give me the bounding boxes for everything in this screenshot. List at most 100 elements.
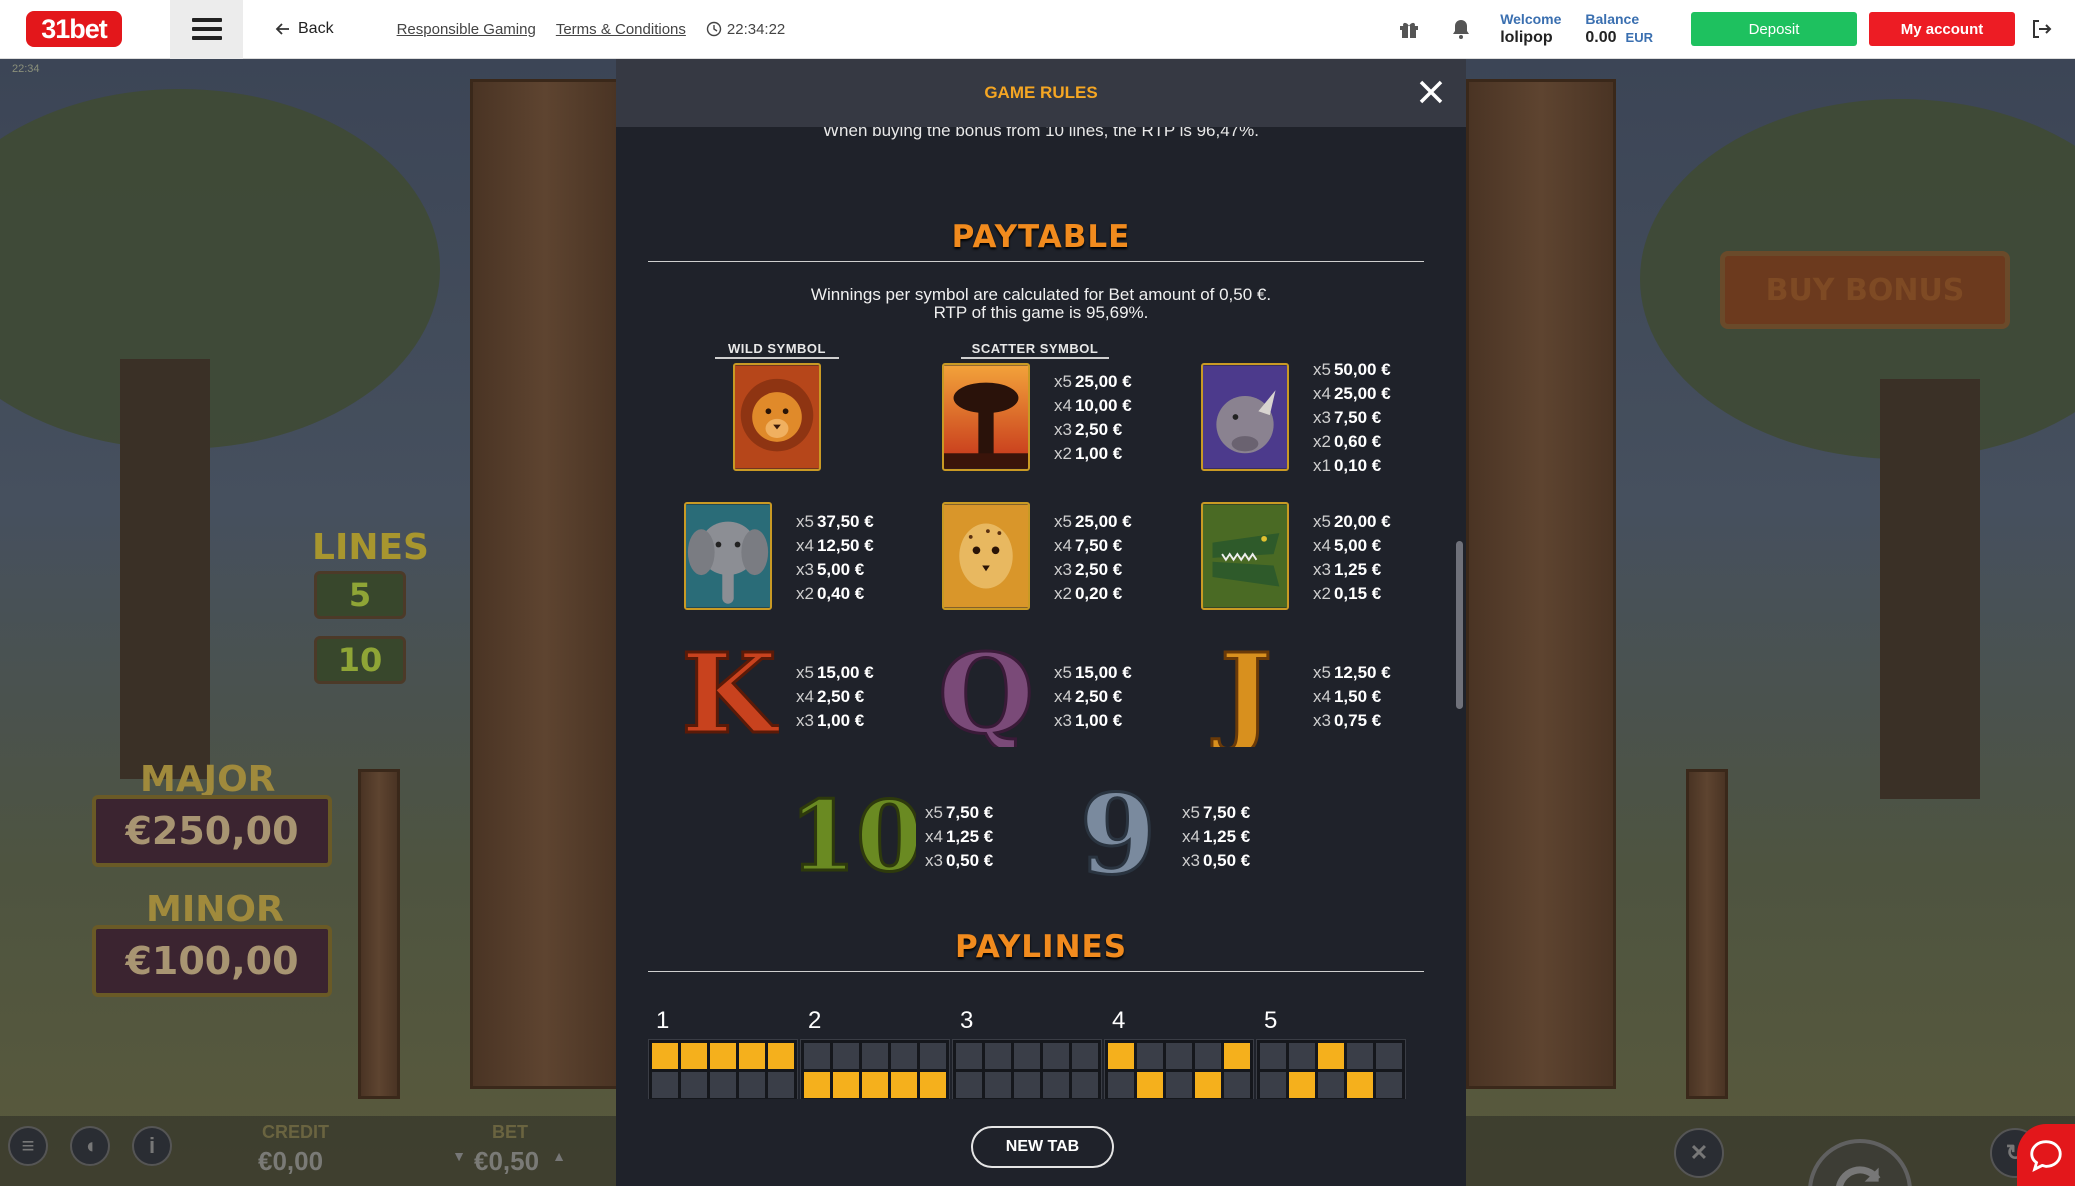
payline-cell (1014, 1043, 1040, 1069)
payline-cell (1289, 1072, 1315, 1098)
responsible-gaming-link[interactable]: Responsible Gaming (397, 21, 536, 38)
buy-bonus-button[interactable]: BUY BONUS (1720, 251, 2010, 329)
rules-content[interactable]: When buying the bonus from 10 lines, the… (616, 127, 1466, 1160)
payline-cell (1043, 1072, 1069, 1098)
lines-label: LINES (312, 527, 429, 568)
lion-wild-symbol (733, 363, 821, 471)
bet-value: €0,50 (474, 1146, 540, 1176)
back-button[interactable]: Back (275, 20, 334, 38)
turbo-button[interactable]: ✕ (1674, 1128, 1724, 1178)
payout-multiplier: x5 (796, 512, 814, 531)
bonus-rtp-text: When buying the bonus from 10 lines, the… (823, 127, 1259, 140)
k-payouts: x5 15,00 € x4 2,50 € x3 1,00 € (796, 661, 874, 733)
payout-row: x1 0,10 € (1313, 454, 1391, 478)
lines-option-5[interactable]: 5 (314, 571, 406, 619)
game-menu-button[interactable]: ≡ (8, 1126, 48, 1166)
bell-icon (1453, 20, 1470, 39)
my-account-button[interactable]: My account (1869, 12, 2015, 46)
cheetah-icon (944, 504, 1028, 608)
payout-amount: 1,25 € (1202, 827, 1251, 846)
payout-row: x4 10,00 € (1054, 394, 1132, 418)
payline-number: 1 (656, 1007, 670, 1034)
payout-amount: 7,50 € (1333, 408, 1382, 427)
logout-icon[interactable] (2029, 17, 2053, 41)
payout-multiplier: x4 (796, 536, 814, 555)
payout-row: x5 20,00 € (1313, 510, 1391, 534)
payline-cell (1260, 1072, 1286, 1098)
close-icon[interactable] (1416, 77, 1446, 107)
payout-row: x3 5,00 € (796, 558, 874, 582)
payout-amount: 15,00 € (1074, 663, 1132, 682)
payout-row: x3 1,25 € (1313, 558, 1391, 582)
payout-multiplier: x4 (1313, 536, 1331, 555)
payline-cell (739, 1043, 765, 1069)
letter-j-icon: J (1209, 637, 1273, 747)
payline-cell (1376, 1072, 1402, 1098)
payline-cell (739, 1072, 765, 1098)
bet-increase-button[interactable]: ▲ (548, 1145, 570, 1167)
bet-decrease-button[interactable]: ▼ (448, 1145, 470, 1167)
crocodile-payouts: x5 20,00 € x4 5,00 € x3 1,25 € x2 0,15 € (1313, 510, 1391, 606)
new-tab-button[interactable]: NEW TAB (971, 1126, 1114, 1168)
gift-button[interactable] (1396, 16, 1422, 42)
paylines-divider (648, 971, 1424, 972)
welcome-block: Welcome lolipop (1500, 11, 1561, 47)
payout-amount: 1,25 € (945, 827, 994, 846)
live-chat-button[interactable] (2017, 1124, 2075, 1186)
payline-cell (1347, 1072, 1373, 1098)
payline-cell (1224, 1072, 1250, 1098)
payout-row: x3 0,75 € (1313, 709, 1391, 733)
payout-amount: 0,10 € (1333, 456, 1382, 475)
payout-row: x3 1,00 € (796, 709, 874, 733)
balance-label: Balance (1585, 11, 1640, 27)
site-logo[interactable]: 31bet (26, 11, 122, 47)
tree-trunk (1880, 379, 1980, 799)
payout-amount: 2,50 € (816, 687, 865, 706)
modal-header: GAME RULES (616, 59, 1466, 127)
payout-row: x2 0,40 € (796, 582, 874, 606)
payout-amount: 2,50 € (1074, 420, 1123, 439)
payline-cell (1108, 1043, 1134, 1069)
balance-value: 0.00 (1585, 29, 1617, 46)
payout-multiplier: x3 (1054, 711, 1072, 730)
payout-multiplier: x5 (925, 803, 943, 822)
deposit-button[interactable]: Deposit (1691, 12, 1857, 46)
notifications-button[interactable] (1448, 16, 1474, 42)
baobab-tree-icon (944, 365, 1028, 469)
payline-cell (1072, 1072, 1098, 1098)
payline-cell (768, 1072, 794, 1098)
payout-amount: 2,50 € (1074, 687, 1123, 706)
info-button[interactable]: i (132, 1126, 172, 1166)
j-payouts: x5 12,50 € x4 1,50 € x3 0,75 € (1313, 661, 1391, 733)
payout-amount: 5,00 € (1333, 536, 1382, 555)
sound-button[interactable]: ◖ (70, 1126, 110, 1166)
payout-multiplier: x4 (1313, 384, 1331, 403)
payout-multiplier: x5 (1054, 512, 1072, 531)
terms-conditions-link[interactable]: Terms & Conditions (556, 21, 686, 38)
lines-option-10[interactable]: 10 (314, 636, 406, 684)
payout-row: x2 1,00 € (1054, 442, 1132, 466)
payline-cell (956, 1043, 982, 1069)
payline-cell (710, 1072, 736, 1098)
minor-jackpot-label: MINOR (146, 889, 284, 930)
payout-amount: 20,00 € (1333, 512, 1391, 531)
scatter-payouts: x5 25,00 € x4 10,00 € x3 2,50 € x2 1,00 € (1054, 370, 1132, 466)
payline-cell (1347, 1043, 1373, 1069)
payout-multiplier: x4 (796, 687, 814, 706)
tree-trunk (120, 359, 210, 779)
payout-row: x4 1,50 € (1313, 685, 1391, 709)
paylines-title: PAYLINES (954, 929, 1128, 965)
payout-multiplier: x5 (1054, 372, 1072, 391)
payout-multiplier: x3 (796, 711, 814, 730)
payline-cell (1137, 1072, 1163, 1098)
payline-cell (1376, 1043, 1402, 1069)
payline-cell (804, 1072, 830, 1098)
payline-cell (681, 1072, 707, 1098)
rhino-symbol (1201, 363, 1289, 471)
hamburger-menu-button[interactable] (170, 0, 243, 59)
elephant-payouts: x5 37,50 € x4 12,50 € x3 5,00 € x2 0,40 € (796, 510, 874, 606)
letter-j-text: J (1211, 637, 1272, 747)
modal-scrollbar[interactable] (1456, 541, 1463, 709)
payline-cell (862, 1072, 888, 1098)
payline-cell (1166, 1043, 1192, 1069)
